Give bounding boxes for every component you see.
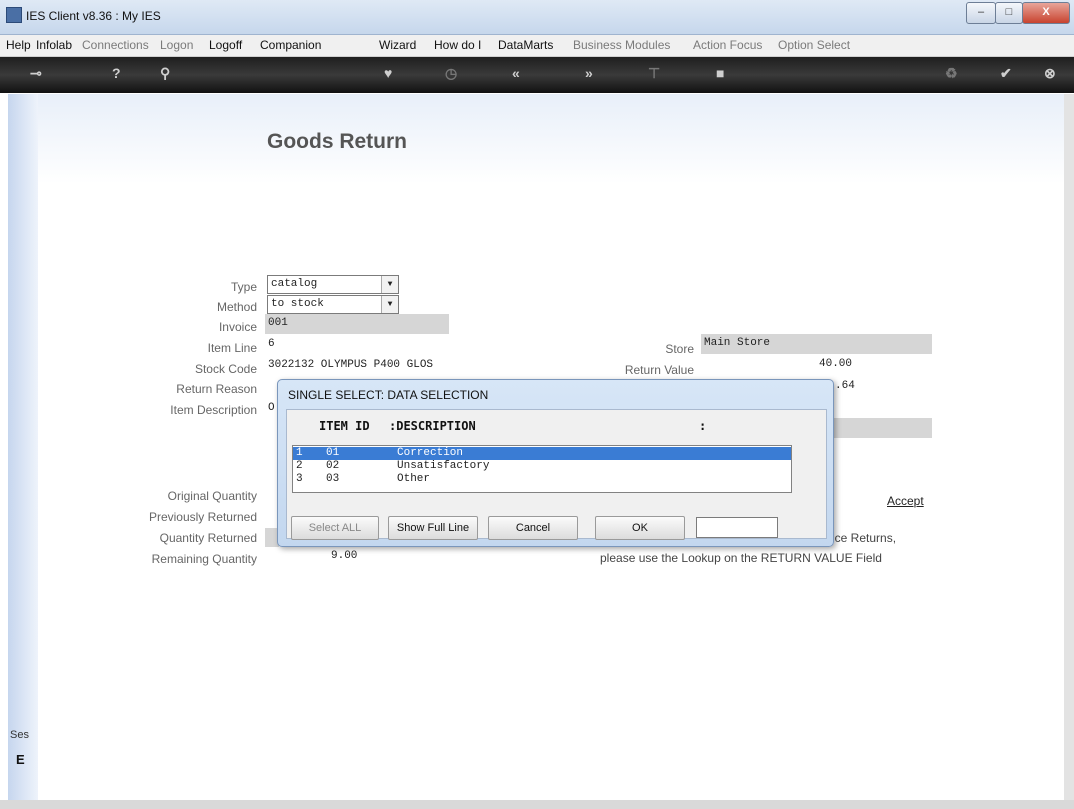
menu-bar: Help Infolab Connections Logon Logoff Co… bbox=[0, 35, 1074, 57]
method-select[interactable]: to stock ▼ bbox=[267, 295, 399, 314]
note-line-1: ice Returns, bbox=[832, 531, 897, 545]
chevron-down-icon[interactable]: ▼ bbox=[381, 296, 398, 313]
method-label: Method bbox=[216, 300, 257, 314]
menu-wizard[interactable]: Wizard bbox=[379, 38, 416, 52]
minimize-button[interactable]: – bbox=[966, 2, 996, 24]
type-value: catalog bbox=[271, 278, 318, 290]
menu-business-modules[interactable]: Business Modules bbox=[573, 38, 670, 52]
stop-icon[interactable]: ■ bbox=[716, 65, 724, 81]
store-label: Store bbox=[665, 342, 694, 356]
session-label: Ses bbox=[10, 729, 29, 741]
row-description: Unsatisfactory bbox=[397, 460, 490, 472]
type-label: Type bbox=[230, 280, 257, 294]
column-header-item-id: ITEM ID bbox=[319, 419, 370, 433]
session-strip bbox=[8, 94, 38, 800]
title-bar: IES Client v8.36 : My IES – □ X bbox=[0, 0, 1074, 35]
data-selection-dialog: SINGLE SELECT: DATA SELECTION ITEM ID :D… bbox=[277, 379, 834, 547]
close-icon[interactable]: ⊗ bbox=[1044, 65, 1056, 82]
selection-list[interactable]: 1 01 Correction 2 02 Unsatisfactory 3 03… bbox=[292, 445, 792, 493]
select-all-button[interactable]: Select ALL bbox=[291, 516, 379, 540]
return-reason-label: Return Reason bbox=[176, 382, 257, 396]
chevron-down-icon[interactable]: ▼ bbox=[381, 276, 398, 293]
invoice-label: Invoice bbox=[218, 320, 257, 334]
stock-code-label: Stock Code bbox=[194, 362, 257, 376]
menu-logoff[interactable]: Logoff bbox=[209, 38, 242, 52]
dialog-title: SINGLE SELECT: DATA SELECTION bbox=[288, 388, 489, 402]
heart-icon[interactable]: ♥ bbox=[384, 65, 392, 81]
row-number: 1 bbox=[296, 447, 303, 459]
item-line-field[interactable]: 6 bbox=[265, 335, 449, 355]
row-number: 3 bbox=[296, 473, 303, 485]
row-id: 01 bbox=[326, 447, 340, 459]
menu-action-focus[interactable]: Action Focus bbox=[693, 38, 762, 52]
invoice-field[interactable]: 001 bbox=[265, 314, 449, 334]
extra-value-field: .64 bbox=[832, 377, 932, 397]
remaining-quantity-field: 9.00 bbox=[265, 547, 449, 567]
show-full-line-button[interactable]: Show Full Line bbox=[388, 516, 478, 540]
note-line-2: please use the Lookup on the RETURN VALU… bbox=[600, 551, 882, 565]
vertical-scrollbar[interactable] bbox=[1064, 94, 1074, 800]
remaining-quantity-label: Remaining Quantity bbox=[151, 552, 257, 566]
menu-option-select[interactable]: Option Select bbox=[778, 38, 850, 52]
maximize-button[interactable]: □ bbox=[995, 2, 1023, 24]
quantity-returned-label: Quantity Returned bbox=[159, 531, 257, 545]
clock-icon[interactable]: ◷ bbox=[445, 65, 457, 82]
tree-icon[interactable]: ⊤ bbox=[648, 65, 660, 82]
row-description: Correction bbox=[397, 447, 464, 459]
row-description: Other bbox=[397, 473, 431, 485]
app-icon bbox=[6, 7, 22, 23]
item-description-label: Item Description bbox=[170, 403, 257, 417]
recycle-icon[interactable]: ♻ bbox=[945, 65, 958, 82]
menu-logon[interactable]: Logon bbox=[160, 38, 193, 52]
page-title: Goods Return bbox=[267, 130, 407, 153]
dialog-body: ITEM ID :DESCRIPTION : 1 01 Correction 2… bbox=[286, 409, 827, 540]
item-line-label: Item Line bbox=[207, 341, 257, 355]
list-item[interactable]: 3 03 Other bbox=[293, 473, 791, 486]
close-window-button[interactable]: X bbox=[1022, 2, 1070, 24]
window-title: IES Client v8.36 : My IES bbox=[26, 9, 161, 23]
cancel-button[interactable]: Cancel bbox=[488, 516, 578, 540]
help-icon[interactable]: ? bbox=[112, 65, 121, 81]
accept-link[interactable]: Accept bbox=[887, 494, 924, 508]
row-id: 02 bbox=[326, 460, 340, 472]
row-number: 2 bbox=[296, 460, 303, 472]
ok-button[interactable]: OK bbox=[595, 516, 685, 540]
row-id: 03 bbox=[326, 473, 340, 485]
stock-code-field[interactable]: 3022132 OLYMPUS P400 GLOS bbox=[265, 356, 449, 376]
return-value-label: Return Value bbox=[624, 363, 694, 377]
type-select[interactable]: catalog ▼ bbox=[267, 275, 399, 294]
menu-connections[interactable]: Connections bbox=[82, 38, 149, 52]
menu-help[interactable]: Help bbox=[6, 38, 31, 52]
list-item[interactable]: 1 01 Correction bbox=[293, 447, 791, 460]
list-item[interactable]: 2 02 Unsatisfactory bbox=[293, 460, 791, 473]
return-value-field[interactable]: 40.00 bbox=[701, 355, 932, 375]
store-field[interactable]: Main Store bbox=[701, 334, 932, 354]
grey-field bbox=[832, 418, 932, 438]
toolbar: ⊸ ? ⚲ ♥ ◷ « » ⊤ ■ ♻ ✔ ⊗ bbox=[0, 57, 1074, 93]
status-bar bbox=[0, 800, 1074, 809]
method-value: to stock bbox=[271, 298, 324, 310]
column-header-description: :DESCRIPTION bbox=[389, 419, 476, 433]
check-icon[interactable]: ✔ bbox=[1000, 65, 1012, 82]
dialog-search-input[interactable] bbox=[696, 517, 778, 538]
menu-companion[interactable]: Companion bbox=[260, 38, 321, 52]
back-icon[interactable]: « bbox=[512, 65, 520, 81]
column-header-colon: : bbox=[699, 419, 707, 433]
search-icon[interactable]: ⚲ bbox=[160, 65, 170, 82]
menu-datamarts[interactable]: DataMarts bbox=[498, 38, 553, 52]
original-quantity-label: Original Quantity bbox=[167, 489, 257, 503]
menu-infolab[interactable]: Infolab bbox=[36, 38, 72, 52]
forward-icon[interactable]: » bbox=[585, 65, 593, 81]
menu-how-do-i[interactable]: How do I bbox=[434, 38, 481, 52]
session-icon[interactable]: E bbox=[16, 752, 25, 767]
previously-returned-label: Previously Returned bbox=[148, 510, 257, 524]
key-icon[interactable]: ⊸ bbox=[30, 65, 42, 82]
